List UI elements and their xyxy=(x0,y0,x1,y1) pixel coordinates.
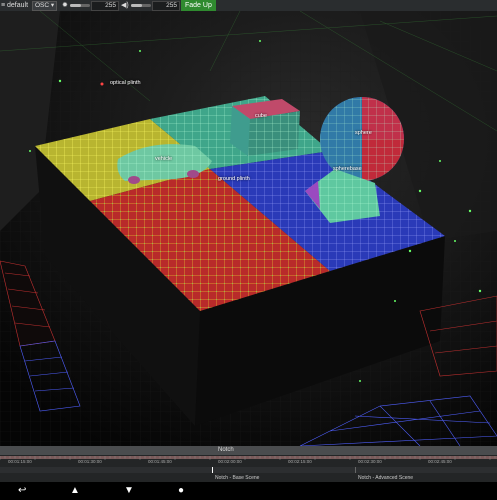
volume-value[interactable]: 255 xyxy=(152,1,180,11)
optical-plinth-marker xyxy=(100,82,104,86)
tick-label: 00:02:45:00 xyxy=(428,459,452,464)
brightness-slider[interactable] xyxy=(70,4,90,7)
top-toolbar: ≡ default OSC ▾ ✹ 255 ◀) 255 Fade Up xyxy=(0,0,497,11)
fade-up-button[interactable]: Fade Up xyxy=(181,0,216,11)
volume-icon: ◀) xyxy=(121,2,129,9)
playhead-marker[interactable] xyxy=(212,467,213,473)
timeline-panel[interactable]: Notch 00:01:15:00 00:01:30:00 00:01:45:0… xyxy=(0,446,497,493)
down-triangle-icon[interactable]: ▼ xyxy=(124,485,134,497)
scene-viewport[interactable]: optical plinth cube vehicle sphere groun… xyxy=(0,11,497,446)
tick-label: 00:02:00:00 xyxy=(218,459,242,464)
tick-label: 00:01:15:00 xyxy=(8,459,32,464)
timeline-header: Notch xyxy=(0,446,497,455)
clip-base-scene[interactable]: Notch - Base Scene xyxy=(215,475,259,481)
timeline-title: Notch xyxy=(218,447,234,453)
clip-advanced-scene[interactable]: Notch - Advanced Scene xyxy=(358,475,413,481)
volume-slider-fill xyxy=(131,4,142,7)
tick-label: 00:02:15:00 xyxy=(288,459,312,464)
timeline-track[interactable] xyxy=(0,467,497,473)
sphere-label: sphere xyxy=(355,130,372,136)
cube-label: cube xyxy=(255,113,267,119)
up-triangle-icon[interactable]: ▲ xyxy=(70,485,80,497)
brightness-value[interactable]: 255 xyxy=(91,1,119,11)
tick-label: 00:01:30:00 xyxy=(78,459,102,464)
tick-label: 00:01:45:00 xyxy=(148,459,172,464)
ground-plinth-label: ground plinth xyxy=(218,176,250,182)
timeline-ruler[interactable]: 00:01:15:00 00:01:30:00 00:01:45:00 00:0… xyxy=(0,455,497,467)
tick-label: 00:02:30:00 xyxy=(358,459,382,464)
circle-icon[interactable]: ● xyxy=(178,485,184,497)
cube-object[interactable] xyxy=(230,99,300,156)
sphere-base-label: spherebase xyxy=(333,166,362,172)
protocol-select[interactable]: OSC ▾ xyxy=(32,1,58,11)
back-icon[interactable]: ↩ xyxy=(18,485,26,497)
brightness-slider-fill xyxy=(70,4,81,7)
clip-divider xyxy=(355,467,356,473)
protocol-select-value: OSC xyxy=(35,2,50,9)
scene-render xyxy=(0,11,497,446)
nav-bar: ↩ ▲ ▼ ● xyxy=(0,482,497,500)
chevron-down-icon: ▾ xyxy=(50,2,55,9)
menu-icon[interactable]: ≡ xyxy=(1,0,5,11)
brightness-icon: ✹ xyxy=(62,2,68,9)
preset-label[interactable]: default xyxy=(7,0,28,11)
optical-plinth-label: optical plinth xyxy=(110,80,141,86)
vehicle-label: vehicle xyxy=(155,156,173,162)
volume-slider[interactable] xyxy=(131,4,151,7)
